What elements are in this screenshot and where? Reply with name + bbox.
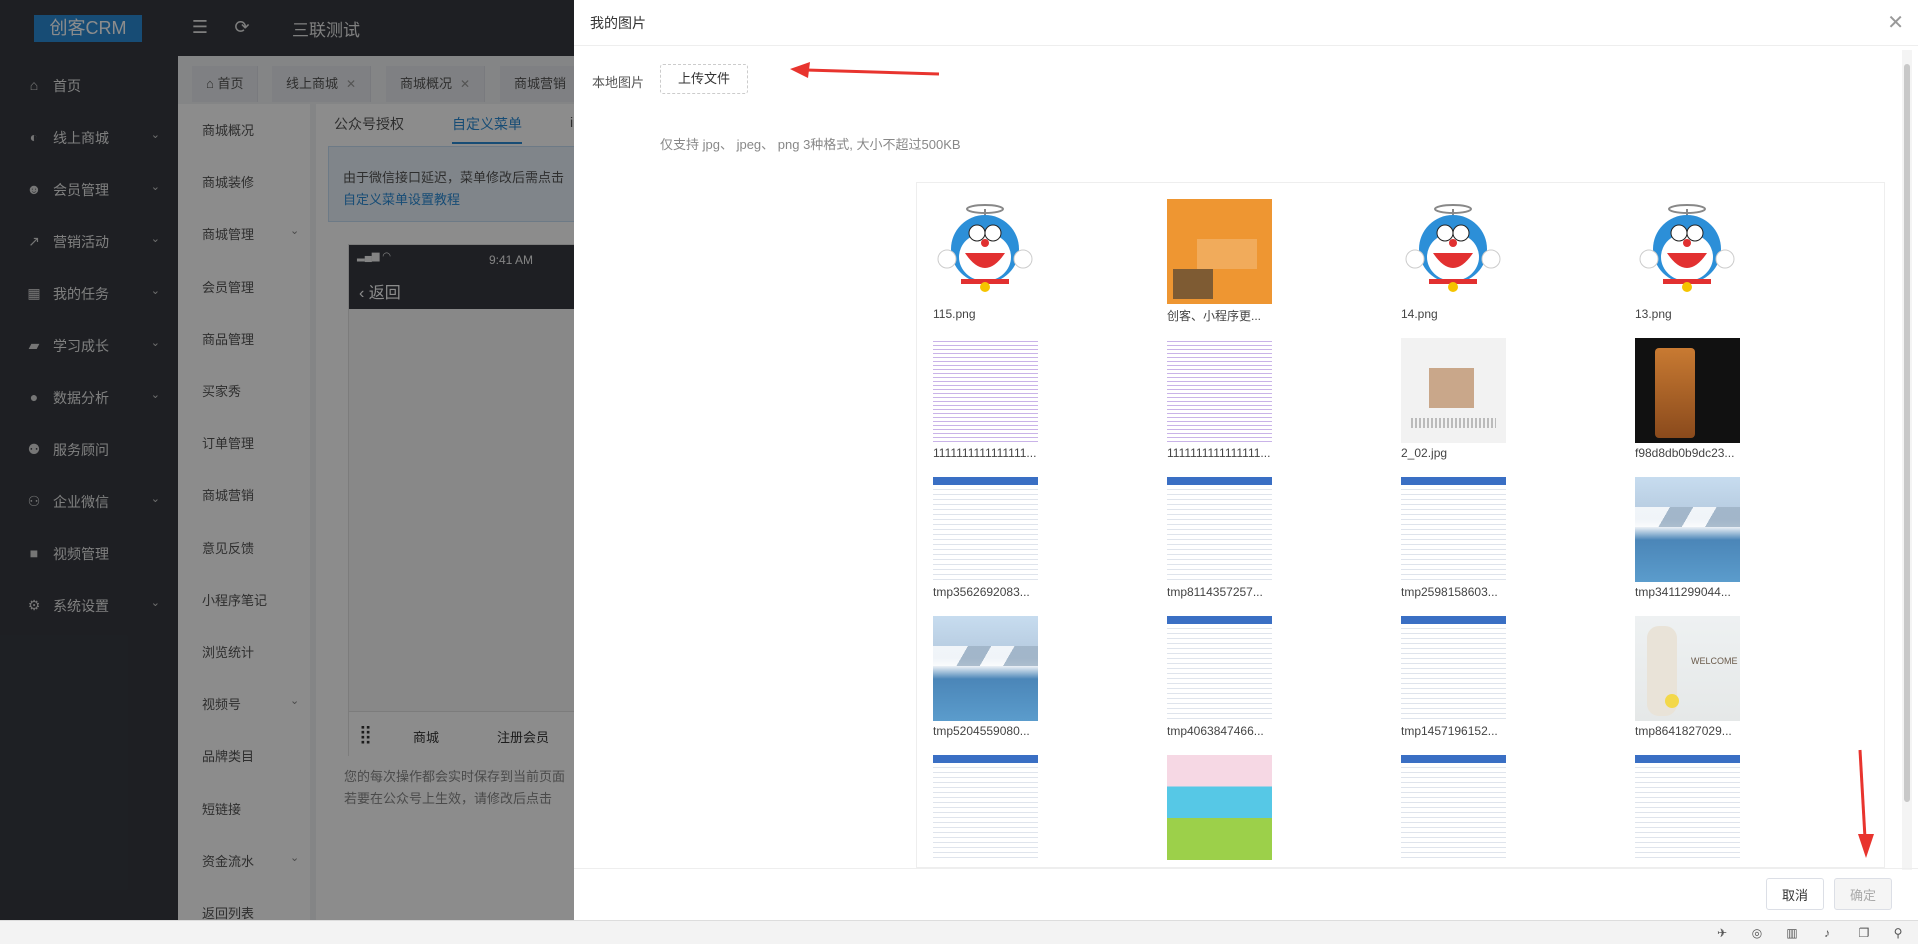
- annotation-arrow-down: [1858, 749, 1874, 858]
- image-item[interactable]: 2_02.jpg: [1401, 338, 1521, 468]
- image-item[interactable]: [1635, 755, 1755, 867]
- image-item[interactable]: [1401, 755, 1521, 867]
- browser-icon[interactable]: ◎: [1749, 925, 1765, 941]
- image-filename: tmp5204559080...: [933, 724, 1030, 738]
- image-thumbnail[interactable]: [1401, 199, 1506, 304]
- image-filename: tmp8114357257...: [1167, 585, 1263, 599]
- image-item[interactable]: tmp1457196152...: [1401, 616, 1521, 746]
- image-item[interactable]: 14.png: [1401, 199, 1521, 329]
- annotation-arrow-left: [790, 62, 940, 78]
- volume-icon[interactable]: ♪: [1819, 925, 1835, 941]
- image-thumbnail[interactable]: [1401, 338, 1506, 443]
- image-thumbnail[interactable]: [933, 338, 1038, 443]
- image-filename: tmp3411299044...: [1635, 585, 1731, 599]
- image-filename: 1111111111111111...: [933, 446, 1037, 460]
- image-thumbnail[interactable]: [1401, 477, 1506, 582]
- image-item[interactable]: tmp2598158603...: [1401, 477, 1521, 607]
- image-filename: 13.png: [1635, 307, 1672, 321]
- image-item[interactable]: tmp5204559080...: [933, 616, 1053, 746]
- image-thumbnail[interactable]: [933, 616, 1038, 721]
- image-thumbnail[interactable]: [1635, 477, 1740, 582]
- image-filename: f98d8db0b9dc23...: [1635, 446, 1735, 460]
- image-thumbnail[interactable]: [1635, 338, 1740, 443]
- image-item[interactable]: tmp3411299044...: [1635, 477, 1755, 607]
- image-filename: tmp8641827029...: [1635, 724, 1732, 738]
- image-thumbnail[interactable]: [933, 755, 1038, 860]
- app-window: 创客CRM ☰ ⟳ 三联测试 ⌂ 首页 ◐ 线上商城 ⌄ ☻ 会员管理 ⌄ ↗ 营销活动 ⌄ ▦ 我的任…: [0, 0, 1918, 921]
- image-filename: tmp4063847466...: [1167, 724, 1264, 738]
- scrollbar-thumb[interactable]: [1904, 64, 1910, 802]
- image-item[interactable]: 115.png: [933, 199, 1053, 329]
- image-item[interactable]: [933, 755, 1053, 867]
- image-thumbnail[interactable]: [1167, 199, 1272, 304]
- trash-icon[interactable]: ▥: [1784, 925, 1800, 941]
- image-item[interactable]: 1111111111111111...: [933, 338, 1053, 468]
- image-item[interactable]: tmp8114357257...: [1167, 477, 1287, 607]
- search-icon[interactable]: ⚲: [1890, 925, 1906, 941]
- image-thumbnail[interactable]: [933, 199, 1038, 304]
- image-item[interactable]: f98d8db0b9dc23...: [1635, 338, 1755, 468]
- format-hint: 仅支持 jpg、 jpeg、 png 3种格式, 大小不超过500KB: [660, 137, 961, 152]
- gallery-scrollbar[interactable]: [1902, 50, 1912, 870]
- upload-file-button[interactable]: 上传文件: [660, 64, 748, 94]
- image-thumbnail[interactable]: [1167, 616, 1272, 721]
- image-item[interactable]: 创客、小程序更...: [1167, 199, 1287, 329]
- modal-header: 我的图片 ✕: [574, 0, 1918, 46]
- image-thumbnail[interactable]: [1635, 199, 1740, 304]
- image-filename: tmp1457196152...: [1401, 724, 1498, 738]
- image-filename: 2_02.jpg: [1401, 446, 1448, 460]
- image-item[interactable]: [1167, 755, 1287, 867]
- status-bar: ✈ ◎ ▥ ♪ ❐ ⚲: [0, 920, 1918, 944]
- image-filename: 14.png: [1401, 307, 1438, 321]
- image-thumbnail[interactable]: [1167, 338, 1272, 443]
- image-item[interactable]: 1111111111111111...: [1167, 338, 1287, 468]
- pin-icon[interactable]: ✈: [1714, 925, 1730, 941]
- image-item[interactable]: 13.png: [1635, 199, 1755, 329]
- image-filename: tmp2598158603...: [1401, 585, 1498, 599]
- image-thumbnail[interactable]: [1635, 755, 1740, 860]
- image-item[interactable]: tmp3562692083...: [933, 477, 1053, 607]
- image-thumbnail[interactable]: [1167, 477, 1272, 582]
- image-picker-modal: 我的图片 ✕ 本地图片 上传文件 仅支持 jpg、 jpeg、 png 3种格式…: [574, 0, 1918, 920]
- image-item[interactable]: tmp4063847466...: [1167, 616, 1287, 746]
- image-thumbnail[interactable]: [1401, 616, 1506, 721]
- modal-title: 我的图片: [590, 15, 646, 31]
- image-item[interactable]: WELCOME tmp8641827029...: [1635, 616, 1755, 746]
- close-icon[interactable]: ✕: [1887, 10, 1904, 35]
- image-thumbnail[interactable]: [933, 477, 1038, 582]
- window-icon[interactable]: ❐: [1856, 925, 1872, 941]
- image-thumbnail[interactable]: WELCOME: [1635, 616, 1740, 721]
- image-thumbnail[interactable]: [1167, 755, 1272, 860]
- image-gallery: 115.png 创客、小程序更... 14.png 13.png 11111111111…: [916, 182, 1885, 868]
- image-thumbnail[interactable]: [1401, 755, 1506, 860]
- image-filename: 115.png: [933, 307, 976, 321]
- image-filename: 1111111111111111...: [1167, 446, 1271, 460]
- cancel-button[interactable]: 取消: [1766, 878, 1824, 910]
- local-images-label: 本地图片: [592, 75, 645, 90]
- image-filename: tmp3562692083...: [933, 585, 1030, 599]
- confirm-button[interactable]: 确定: [1834, 878, 1892, 910]
- modal-footer: 取消 确定: [574, 868, 1918, 920]
- image-filename: 创客、小程序更...: [1167, 309, 1262, 323]
